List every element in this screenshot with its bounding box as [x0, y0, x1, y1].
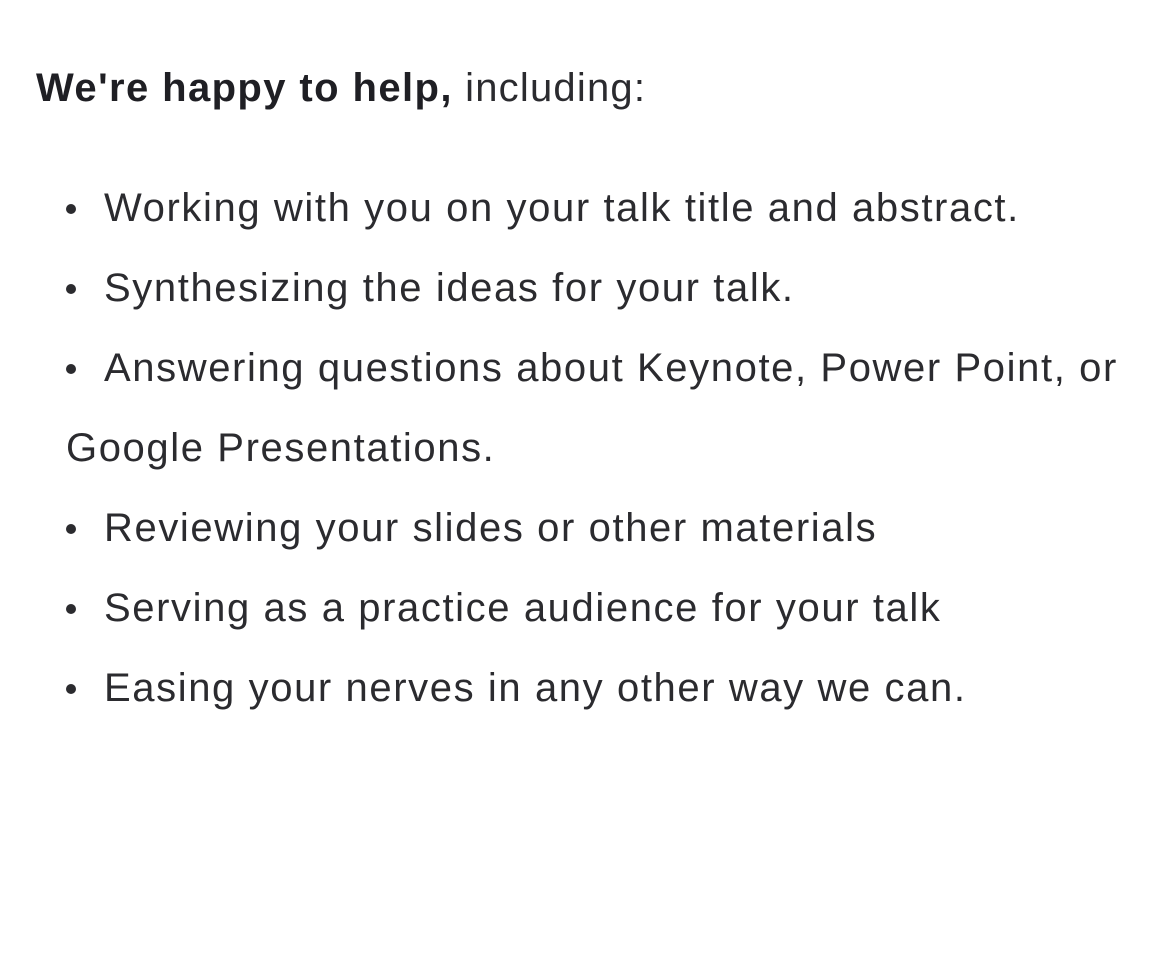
- list-item: Working with you on your talk title and …: [66, 168, 1156, 248]
- bullet-icon: [66, 524, 76, 534]
- intro-paragraph: We're happy to help, including:: [36, 62, 1136, 114]
- bullet-icon: [66, 684, 76, 694]
- list-item: Easing your nerves in any other way we c…: [66, 648, 1156, 728]
- list-item-text: Synthesizing the ideas for your talk.: [104, 266, 795, 310]
- list-item: Synthesizing the ideas for your talk.: [66, 248, 1156, 328]
- bullet-icon: [66, 284, 76, 294]
- list-item: Serving as a practice audience for your …: [66, 568, 1156, 648]
- intro-rest: including:: [452, 66, 647, 110]
- list-item-text: Easing your nerves in any other way we c…: [104, 666, 967, 710]
- list-item-text: Reviewing your slides or other materials: [104, 506, 878, 550]
- bullet-icon: [66, 364, 76, 374]
- list-item-text: Working with you on your talk title and …: [104, 186, 1020, 230]
- help-list: Working with you on your talk title and …: [66, 168, 1156, 728]
- intro-lead: We're happy to help,: [36, 66, 453, 110]
- bullet-icon: [66, 604, 76, 614]
- list-item: Answering questions about Keynote, Power…: [66, 328, 1156, 488]
- list-item-text: Serving as a practice audience for your …: [104, 586, 942, 630]
- bullet-icon: [66, 204, 76, 214]
- list-item: Reviewing your slides or other materials: [66, 488, 1156, 568]
- list-item-text: Answering questions about Keynote, Power…: [66, 346, 1118, 470]
- help-section: We're happy to help, including: Working …: [36, 62, 1136, 710]
